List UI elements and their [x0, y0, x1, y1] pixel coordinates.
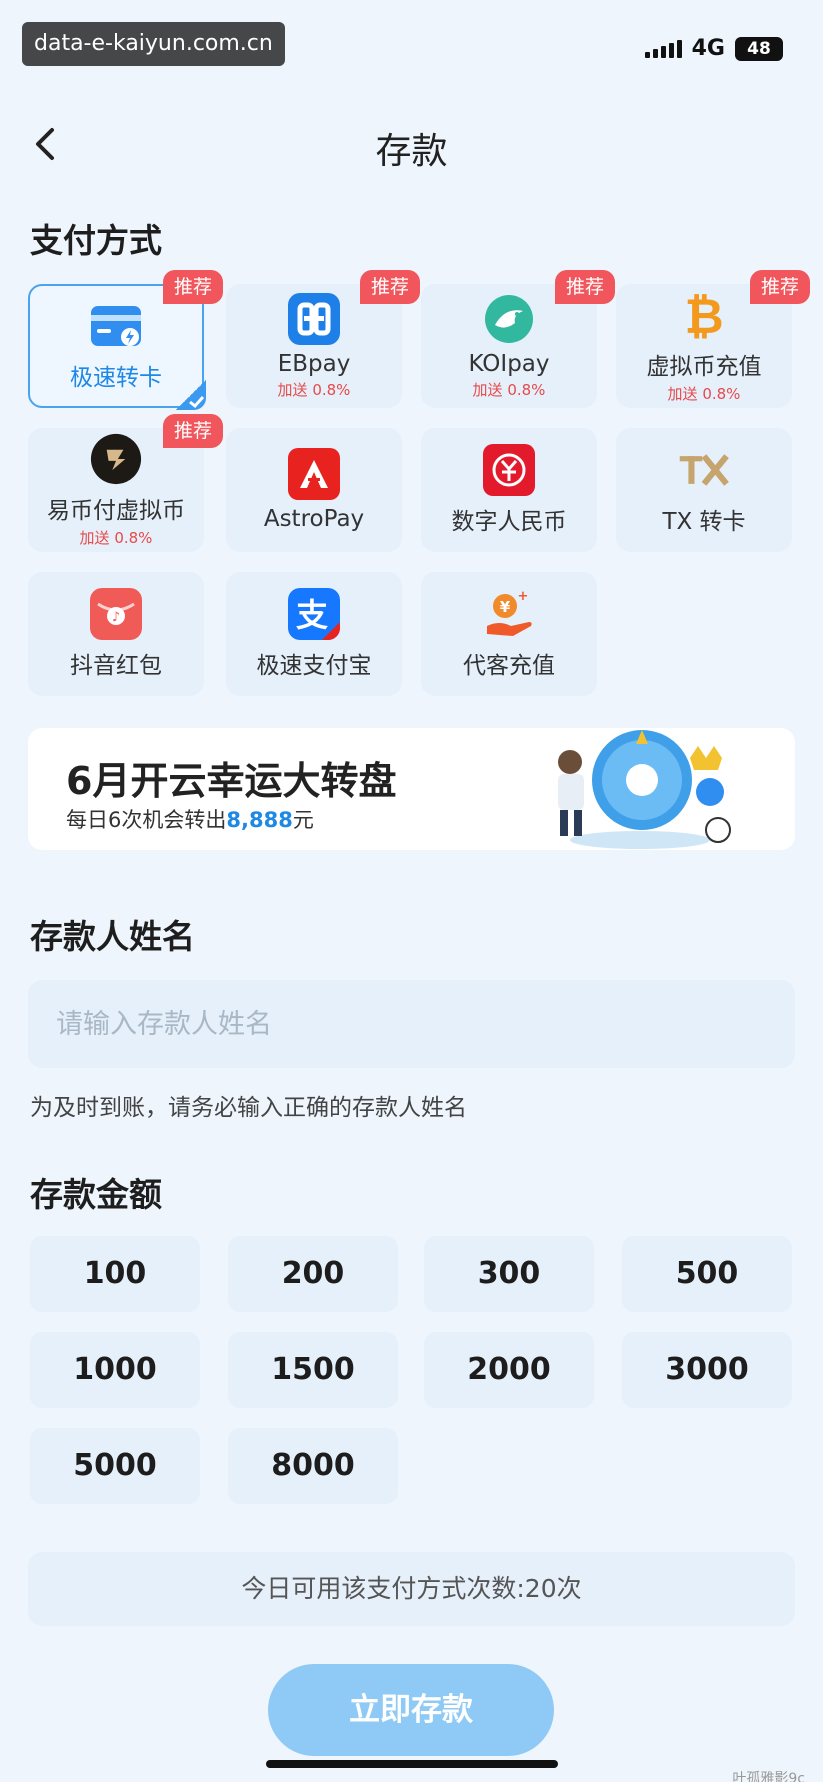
- depositor-name-input[interactable]: [28, 980, 795, 1068]
- banner-amount: 8,888: [226, 808, 293, 832]
- bonus-label: 加送 0.8%: [667, 384, 741, 403]
- bonus-label: 加送 0.8%: [277, 380, 351, 399]
- signal-icon: [644, 39, 682, 58]
- lucky-wheel-illustration: [558, 730, 731, 849]
- payment-method-label: KOIpay: [468, 350, 550, 377]
- recommend-badge: 推荐: [555, 270, 615, 304]
- astropay-icon: [288, 448, 340, 500]
- digital-rmb-icon: [483, 444, 535, 496]
- payment-method-label: EBpay: [277, 350, 351, 377]
- payment-method-label: 极速支付宝: [256, 653, 372, 679]
- svg-text:支: 支: [296, 596, 328, 634]
- payment-method-alipay[interactable]: 支 极速支付宝: [226, 572, 402, 696]
- amount-section-title: 存款金额: [30, 1175, 162, 1214]
- amount-option[interactable]: 500: [622, 1236, 792, 1312]
- recommend-badge: 推荐: [163, 414, 223, 448]
- payment-method-label: 代客充值: [463, 653, 555, 679]
- status-indicators: 4G 48: [644, 36, 783, 61]
- bonus-label: 加送 0.8%: [472, 380, 546, 399]
- network-type: 4G: [691, 36, 725, 61]
- payment-method-tx-card[interactable]: TX 转卡: [616, 428, 792, 552]
- amount-option[interactable]: 1500: [228, 1332, 398, 1408]
- recommend-badge: 推荐: [163, 270, 223, 304]
- bonus-label: 加送 0.8%: [79, 528, 153, 547]
- depositor-hint: 为及时到账，请务必输入正确的存款人姓名: [30, 1095, 467, 1121]
- depositor-section-title: 存款人姓名: [30, 917, 195, 956]
- payment-method-douyin[interactable]: ♪ 抖音红包: [28, 572, 204, 696]
- svg-text:₿: ₿: [684, 289, 723, 341]
- payment-method-label: 抖音红包: [70, 653, 162, 679]
- agent-recharge-icon: ¥ +: [483, 588, 535, 640]
- payment-method-label: 极速转卡: [70, 365, 162, 391]
- payment-method-label: 虚拟币充值: [646, 353, 762, 380]
- deposit-submit-button[interactable]: 立即存款: [268, 1664, 554, 1756]
- banner-subtitle: 每日6次机会转出8,888元: [66, 808, 314, 832]
- recommend-badge: 推荐: [360, 270, 420, 304]
- douyin-red-packet-icon: ♪: [90, 588, 142, 640]
- payment-method-digital-rmb[interactable]: 数字人民币: [421, 428, 597, 552]
- selected-check-icon: [176, 380, 206, 410]
- amount-option[interactable]: 1000: [30, 1332, 200, 1408]
- amount-option[interactable]: 5000: [30, 1428, 200, 1504]
- amount-option[interactable]: 3000: [622, 1332, 792, 1408]
- payment-method-label: AstroPay: [263, 506, 365, 532]
- home-indicator: [266, 1760, 558, 1768]
- usage-count-text: 今日可用该支付方式次数:20次: [28, 1552, 795, 1626]
- alipay-icon: 支: [288, 588, 340, 640]
- payment-section-title: 支付方式: [30, 221, 162, 260]
- page-title: 存款: [375, 131, 448, 172]
- ebifu-icon: [90, 433, 142, 485]
- koi-fish-icon: [483, 293, 535, 345]
- amount-option[interactable]: 100: [30, 1236, 200, 1312]
- svg-text:¥: ¥: [500, 598, 511, 616]
- payment-method-agent[interactable]: ¥ + 代客充值: [421, 572, 597, 696]
- payment-method-label: 易币付虚拟币: [47, 497, 185, 524]
- amount-option[interactable]: 300: [424, 1236, 594, 1312]
- amount-option[interactable]: 8000: [228, 1428, 398, 1504]
- corner-watermark: 叶孤雅影9c: [732, 1771, 805, 1782]
- payment-method-astropay[interactable]: AstroPay: [226, 428, 402, 552]
- watermark-label: data-e-kaiyun.com.cn: [22, 22, 285, 66]
- svg-text:+: +: [518, 589, 529, 604]
- recommend-badge: 推荐: [750, 270, 810, 304]
- payment-method-label: 数字人民币: [451, 509, 567, 535]
- svg-text:♪: ♪: [112, 610, 120, 625]
- bank-card-icon: [90, 300, 142, 352]
- bitcoin-icon: ₿: [678, 289, 730, 341]
- amount-option[interactable]: 200: [228, 1236, 398, 1312]
- battery-icon: 48: [735, 36, 783, 61]
- payment-method-label: TX 转卡: [662, 509, 746, 535]
- ebpay-icon: [288, 292, 340, 345]
- banner-title: 6月开云幸运大转盘: [66, 759, 397, 803]
- tx-icon: [678, 444, 730, 496]
- amount-option[interactable]: 2000: [424, 1332, 594, 1408]
